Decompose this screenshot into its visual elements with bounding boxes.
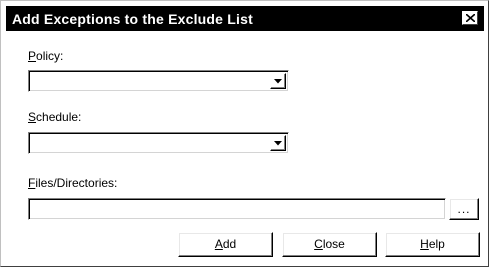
schedule-label-mnemonic: S bbox=[28, 110, 37, 124]
close-mnemonic: C bbox=[314, 237, 323, 251]
title-bar[interactable]: Add Exceptions to the Exclude List bbox=[6, 6, 484, 31]
close-dialog-button[interactable]: Close bbox=[282, 232, 377, 257]
schedule-label: Schedule: bbox=[28, 110, 81, 124]
help-button-label: Help bbox=[420, 237, 445, 251]
schedule-dropdown-button[interactable] bbox=[270, 135, 286, 151]
close-button[interactable] bbox=[462, 11, 478, 25]
policy-dropdown[interactable] bbox=[28, 70, 289, 92]
browse-button-label: ... bbox=[457, 202, 471, 216]
add-button-label: Add bbox=[215, 237, 236, 251]
policy-dropdown-button[interactable] bbox=[270, 73, 286, 89]
close-button-label: Close bbox=[314, 237, 345, 251]
close-icon bbox=[466, 14, 475, 22]
chevron-down-icon bbox=[274, 141, 282, 146]
dialog-title: Add Exceptions to the Exclude List bbox=[12, 11, 253, 27]
help-button[interactable]: Help bbox=[385, 232, 480, 257]
files-directories-label: Files/Directories: bbox=[28, 176, 117, 190]
browse-button[interactable]: ... bbox=[449, 198, 479, 220]
policy-label: Policy: bbox=[28, 49, 63, 63]
close-rest: lose bbox=[322, 237, 345, 251]
policy-label-rest: olicy: bbox=[36, 49, 64, 63]
add-button[interactable]: Add bbox=[178, 232, 273, 257]
help-rest: elp bbox=[428, 237, 445, 251]
add-exceptions-dialog: Add Exceptions to the Exclude List Polic… bbox=[0, 0, 489, 267]
files-label-rest: iles/Directories: bbox=[35, 176, 118, 190]
policy-label-mnemonic: P bbox=[28, 49, 37, 63]
files-directories-input[interactable] bbox=[28, 198, 446, 220]
chevron-down-icon bbox=[274, 79, 282, 84]
schedule-dropdown[interactable] bbox=[28, 132, 289, 154]
add-rest: dd bbox=[222, 237, 237, 251]
help-mnemonic: H bbox=[420, 237, 429, 251]
add-mnemonic: A bbox=[214, 237, 223, 251]
schedule-label-rest: chedule: bbox=[36, 110, 82, 124]
